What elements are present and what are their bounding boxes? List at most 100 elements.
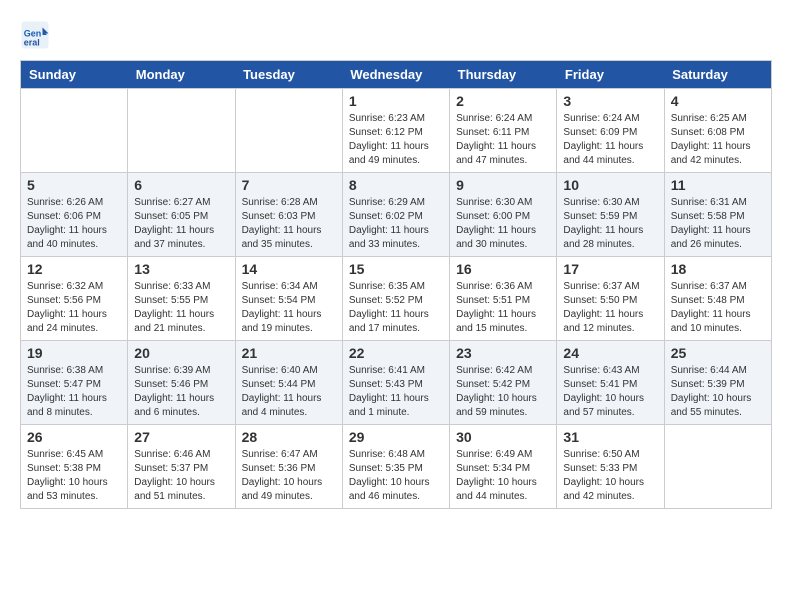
logo: Gen eral [20, 20, 54, 50]
day-info: Sunrise: 6:44 AMSunset: 5:39 PMDaylight:… [671, 364, 765, 420]
day-cell: 8 Sunrise: 6:29 AMSunset: 6:02 PMDaylight… [342, 173, 449, 257]
day-info: Sunrise: 6:43 AMSunset: 5:41 PMDaylight:… [563, 364, 657, 420]
day-cell: 10 Sunrise: 6:30 AMSunset: 5:59 PMDayligh… [557, 173, 664, 257]
day-info: Sunrise: 6:30 AMSunset: 5:59 PMDaylight:… [563, 196, 657, 252]
day-cell: 13 Sunrise: 6:33 AMSunset: 5:55 PMDayligh… [128, 257, 235, 341]
day-info: Sunrise: 6:45 AMSunset: 5:38 PMDaylight:… [27, 448, 121, 504]
day-of-week-saturday: Saturday [664, 61, 771, 89]
day-cell: 29 Sunrise: 6:48 AMSunset: 5:35 PMDayligh… [342, 425, 449, 509]
day-number: 13 [134, 261, 228, 277]
day-info: Sunrise: 6:39 AMSunset: 5:46 PMDaylight:… [134, 364, 228, 420]
day-cell: 9 Sunrise: 6:30 AMSunset: 6:00 PMDaylight… [450, 173, 557, 257]
day-number: 2 [456, 93, 550, 109]
day-number: 4 [671, 93, 765, 109]
day-info: Sunrise: 6:37 AMSunset: 5:48 PMDaylight:… [671, 280, 765, 336]
day-number: 31 [563, 429, 657, 445]
day-number: 9 [456, 177, 550, 193]
day-cell: 27Sunrise: 6:46 AMSunset: 5:37 PMDayligh… [128, 425, 235, 509]
day-info: Sunrise: 6:32 AMSunset: 5:56 PMDaylight:… [27, 280, 121, 336]
day-number: 22 [349, 345, 443, 361]
day-number: 26 [27, 429, 121, 445]
day-cell: 2 Sunrise: 6:24 AMSunset: 6:11 PMDaylight… [450, 89, 557, 173]
day-cell: 31 Sunrise: 6:50 AMSunset: 5:33 PMDayligh… [557, 425, 664, 509]
day-info: Sunrise: 6:33 AMSunset: 5:55 PMDaylight:… [134, 280, 228, 336]
day-number: 3 [563, 93, 657, 109]
day-number: 6 [134, 177, 228, 193]
week-row-3: 12Sunrise: 6:32 AMSunset: 5:56 PMDayligh… [21, 257, 772, 341]
day-number: 15 [349, 261, 443, 277]
day-number: 25 [671, 345, 765, 361]
day-cell [128, 89, 235, 173]
day-info: Sunrise: 6:41 AMSunset: 5:43 PMDaylight:… [349, 364, 443, 420]
day-cell: 19Sunrise: 6:38 AMSunset: 5:47 PMDayligh… [21, 341, 128, 425]
day-number: 11 [671, 177, 765, 193]
day-number: 19 [27, 345, 121, 361]
day-info: Sunrise: 6:36 AMSunset: 5:51 PMDaylight:… [456, 280, 550, 336]
day-info: Sunrise: 6:30 AMSunset: 6:00 PMDaylight:… [456, 196, 550, 252]
day-info: Sunrise: 6:24 AMSunset: 6:09 PMDaylight:… [563, 112, 657, 168]
day-number: 10 [563, 177, 657, 193]
day-info: Sunrise: 6:34 AMSunset: 5:54 PMDaylight:… [242, 280, 336, 336]
day-info: Sunrise: 6:49 AMSunset: 5:34 PMDaylight:… [456, 448, 550, 504]
day-info: Sunrise: 6:26 AMSunset: 6:06 PMDaylight:… [27, 196, 121, 252]
day-cell: 14Sunrise: 6:34 AMSunset: 5:54 PMDayligh… [235, 257, 342, 341]
day-cell: 21Sunrise: 6:40 AMSunset: 5:44 PMDayligh… [235, 341, 342, 425]
day-info: Sunrise: 6:31 AMSunset: 5:58 PMDaylight:… [671, 196, 765, 252]
day-cell: 12Sunrise: 6:32 AMSunset: 5:56 PMDayligh… [21, 257, 128, 341]
day-of-week-tuesday: Tuesday [235, 61, 342, 89]
week-row-2: 5 Sunrise: 6:26 AMSunset: 6:06 PMDaylight… [21, 173, 772, 257]
day-number: 24 [563, 345, 657, 361]
header-row: SundayMondayTuesdayWednesdayThursdayFrid… [21, 61, 772, 89]
day-cell: 5 Sunrise: 6:26 AMSunset: 6:06 PMDaylight… [21, 173, 128, 257]
day-cell: 4 Sunrise: 6:25 AMSunset: 6:08 PMDaylight… [664, 89, 771, 173]
calendar-table: SundayMondayTuesdayWednesdayThursdayFrid… [20, 60, 772, 509]
week-row-4: 19Sunrise: 6:38 AMSunset: 5:47 PMDayligh… [21, 341, 772, 425]
day-info: Sunrise: 6:27 AMSunset: 6:05 PMDaylight:… [134, 196, 228, 252]
day-cell: 26 Sunrise: 6:45 AMSunset: 5:38 PMDayligh… [21, 425, 128, 509]
day-info: Sunrise: 6:29 AMSunset: 6:02 PMDaylight:… [349, 196, 443, 252]
day-cell: 11 Sunrise: 6:31 AMSunset: 5:58 PMDayligh… [664, 173, 771, 257]
day-cell: 22 Sunrise: 6:41 AMSunset: 5:43 PMDayligh… [342, 341, 449, 425]
week-row-1: 1 Sunrise: 6:23 AMSunset: 6:12 PMDaylight… [21, 89, 772, 173]
day-number: 17 [563, 261, 657, 277]
day-cell: 15 Sunrise: 6:35 AMSunset: 5:52 PMDayligh… [342, 257, 449, 341]
day-cell: 18 Sunrise: 6:37 AMSunset: 5:48 PMDayligh… [664, 257, 771, 341]
day-number: 21 [242, 345, 336, 361]
day-number: 1 [349, 93, 443, 109]
day-of-week-sunday: Sunday [21, 61, 128, 89]
week-row-5: 26 Sunrise: 6:45 AMSunset: 5:38 PMDayligh… [21, 425, 772, 509]
day-number: 8 [349, 177, 443, 193]
logo-icon: Gen eral [20, 20, 50, 50]
day-cell: 1 Sunrise: 6:23 AMSunset: 6:12 PMDaylight… [342, 89, 449, 173]
day-cell [235, 89, 342, 173]
day-info: Sunrise: 6:48 AMSunset: 5:35 PMDaylight:… [349, 448, 443, 504]
day-info: Sunrise: 6:24 AMSunset: 6:11 PMDaylight:… [456, 112, 550, 168]
day-info: Sunrise: 6:25 AMSunset: 6:08 PMDaylight:… [671, 112, 765, 168]
day-info: Sunrise: 6:50 AMSunset: 5:33 PMDaylight:… [563, 448, 657, 504]
day-cell: 20Sunrise: 6:39 AMSunset: 5:46 PMDayligh… [128, 341, 235, 425]
day-cell [664, 425, 771, 509]
day-number: 30 [456, 429, 550, 445]
day-info: Sunrise: 6:28 AMSunset: 6:03 PMDaylight:… [242, 196, 336, 252]
page-header: Gen eral [20, 20, 772, 50]
day-cell: 17Sunrise: 6:37 AMSunset: 5:50 PMDayligh… [557, 257, 664, 341]
day-number: 23 [456, 345, 550, 361]
day-info: Sunrise: 6:47 AMSunset: 5:36 PMDaylight:… [242, 448, 336, 504]
day-info: Sunrise: 6:23 AMSunset: 6:12 PMDaylight:… [349, 112, 443, 168]
day-number: 29 [349, 429, 443, 445]
day-cell: 30 Sunrise: 6:49 AMSunset: 5:34 PMDayligh… [450, 425, 557, 509]
day-number: 5 [27, 177, 121, 193]
day-of-week-wednesday: Wednesday [342, 61, 449, 89]
day-of-week-friday: Friday [557, 61, 664, 89]
day-info: Sunrise: 6:42 AMSunset: 5:42 PMDaylight:… [456, 364, 550, 420]
day-number: 16 [456, 261, 550, 277]
day-of-week-monday: Monday [128, 61, 235, 89]
day-of-week-thursday: Thursday [450, 61, 557, 89]
day-cell: 23 Sunrise: 6:42 AMSunset: 5:42 PMDayligh… [450, 341, 557, 425]
day-cell: 24 Sunrise: 6:43 AMSunset: 5:41 PMDayligh… [557, 341, 664, 425]
day-number: 28 [242, 429, 336, 445]
day-cell: 28 Sunrise: 6:47 AMSunset: 5:36 PMDayligh… [235, 425, 342, 509]
day-info: Sunrise: 6:35 AMSunset: 5:52 PMDaylight:… [349, 280, 443, 336]
day-number: 18 [671, 261, 765, 277]
day-cell: 7Sunrise: 6:28 AMSunset: 6:03 PMDaylight… [235, 173, 342, 257]
